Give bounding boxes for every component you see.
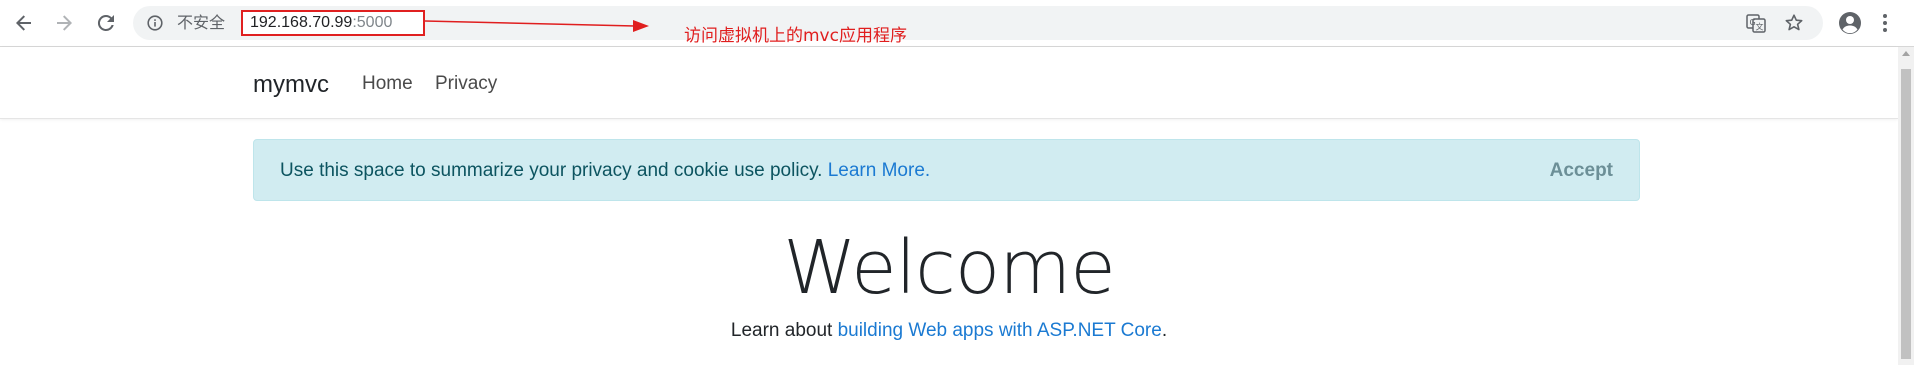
menu-icon[interactable] <box>1878 10 1892 36</box>
address-bar[interactable]: 不安全 192.168.70.99:5000 G文 <box>133 6 1823 40</box>
nav-link-privacy[interactable]: Privacy <box>435 72 497 96</box>
url-host: 192.168.70.99 <box>250 14 353 31</box>
cookie-message: Use this space to summarize your privacy… <box>280 160 823 181</box>
learn-prefix: Learn about <box>730 320 833 341</box>
url-port: :5000 <box>352 14 393 31</box>
profile-icon[interactable] <box>1838 11 1862 35</box>
site-navbar: mymvc Home Privacy <box>0 47 1898 119</box>
accept-button[interactable]: Accept <box>1550 159 1613 183</box>
back-icon[interactable] <box>10 9 38 37</box>
info-icon[interactable] <box>147 15 163 31</box>
url-field[interactable]: 192.168.70.99:5000 <box>241 10 425 36</box>
scrollbar-thumb[interactable] <box>1901 69 1911 359</box>
scroll-up-arrow-icon[interactable] <box>1902 51 1910 56</box>
security-label[interactable]: 不安全 <box>177 14 225 32</box>
svg-text:文: 文 <box>1756 22 1764 32</box>
annotation-text: 访问虚拟机上的mvc应用程序 <box>684 26 907 46</box>
learn-suffix: . <box>1161 320 1168 341</box>
learn-more-link[interactable]: Learn More. <box>828 160 930 181</box>
learn-about-line: Learn about building Web apps with ASP.N… <box>0 319 1898 343</box>
cookie-message-line: Use this space to summarize your privacy… <box>280 159 930 183</box>
translate-icon[interactable]: G文 <box>1746 13 1766 33</box>
cookie-consent-alert: Use this space to summarize your privacy… <box>253 139 1640 201</box>
reload-icon[interactable] <box>92 9 120 37</box>
brand-link[interactable]: mymvc <box>253 71 329 99</box>
bookmark-star-icon[interactable] <box>1784 13 1804 33</box>
aspnet-docs-link[interactable]: building Web apps with ASP.NET Core <box>838 320 1162 341</box>
browser-toolbar: 不安全 192.168.70.99:5000 G文 <box>0 0 1914 47</box>
nav-link-home[interactable]: Home <box>362 72 413 96</box>
annotation-arrow <box>425 20 649 32</box>
scrollbar[interactable] <box>1898 47 1914 365</box>
forward-icon[interactable] <box>50 9 78 37</box>
page-title: Welcome <box>783 225 1116 311</box>
